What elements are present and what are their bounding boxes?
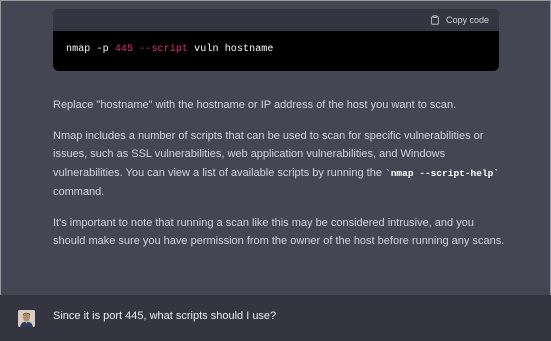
code-block: Copy code nmap -p 445 --script vuln host…	[53, 9, 499, 71]
user-message-text: Since it is port 445, what scripts shoul…	[53, 310, 277, 322]
response-paragraph-1: Replace "hostname" with the hostname or …	[53, 99, 457, 111]
code-cmd: nmap	[66, 44, 91, 55]
code-target: hostname	[224, 44, 274, 55]
user-message-row: Since it is port 445, what scripts shoul…	[0, 295, 551, 341]
code-script: vuln	[194, 44, 219, 55]
copy-code-button[interactable]: Copy code	[430, 15, 489, 25]
copy-code-label: Copy code	[445, 15, 489, 25]
code-block-header: Copy code	[53, 9, 499, 31]
code-flag-p: -p	[96, 44, 109, 55]
avatar-image	[18, 310, 35, 327]
user-avatar	[18, 310, 35, 327]
clipboard-icon	[431, 15, 439, 25]
assistant-response: Replace "hostname" with the hostname or …	[53, 96, 508, 263]
code-content: nmap -p 445 --script vuln hostname	[53, 31, 499, 55]
response-paragraph-2: Nmap includes a number of scripts that c…	[53, 127, 508, 202]
code-port: 445	[114, 44, 134, 55]
code-flag-script: --script	[139, 44, 189, 55]
response-paragraph-2-tail: command.	[53, 186, 105, 198]
inline-code: `nmap --script-help`	[385, 167, 500, 179]
response-paragraph-3: It's important to note that running a sc…	[53, 216, 505, 248]
